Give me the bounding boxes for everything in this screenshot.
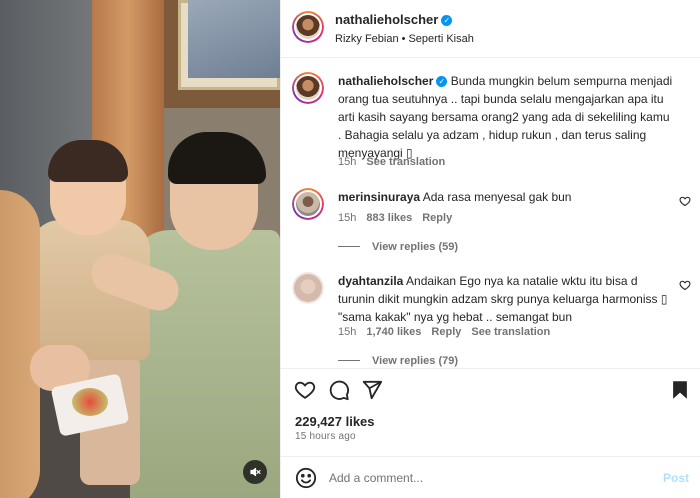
replies-divider [338, 360, 360, 361]
post-button[interactable]: Post [663, 471, 689, 485]
comment-time: 15h [338, 326, 357, 338]
mute-button[interactable] [243, 460, 267, 484]
mute-icon [250, 467, 261, 477]
comment-like-heart-icon[interactable] [679, 195, 691, 207]
reply-button[interactable]: Reply [431, 326, 461, 338]
verified-badge-icon: ✓ [441, 15, 453, 26]
audio-attribution[interactable]: Rizky Febian • Seperti Kisah [335, 33, 474, 45]
caption-avatar[interactable] [292, 72, 324, 104]
verified-badge-icon: ✓ [436, 76, 448, 87]
action-bar [281, 368, 700, 408]
author-avatar[interactable] [292, 11, 324, 43]
emoji-icon[interactable] [295, 467, 317, 489]
comment-emoji: ▯ [660, 292, 668, 306]
audio-artist: Rizky Febian [335, 33, 399, 45]
heart-icon[interactable] [294, 379, 316, 401]
plate-food [72, 388, 108, 416]
comment-text: dyahtanzila Andaikan Ego nya ka natalie … [338, 272, 673, 326]
replies-divider [338, 246, 360, 247]
see-translation-link[interactable]: See translation [471, 326, 550, 338]
comment-input[interactable] [329, 467, 649, 489]
reply-button[interactable]: Reply [422, 212, 452, 224]
share-icon[interactable] [361, 379, 383, 401]
caption-username[interactable]: nathalieholscher [338, 74, 433, 88]
view-replies-label: View replies (79) [372, 355, 459, 367]
post-header: nathalieholscher ✓ Rizky Febian • Seperti K… [281, 0, 700, 58]
woman-figure [0, 190, 40, 498]
comment-text: merinsinuraya Ada rasa menyesal gak bun [338, 188, 673, 206]
comment-time: 15h [338, 212, 357, 224]
author-username[interactable]: nathalieholscher ✓ [335, 12, 453, 27]
author-username-text: nathalieholscher [335, 12, 439, 27]
caption-time: 15h [338, 156, 357, 168]
comment-like-heart-icon[interactable] [679, 279, 691, 291]
comments-list[interactable]: nathalieholscher ✓ Bunda mungkin belum se… [281, 58, 700, 368]
add-comment-bar: Post [281, 456, 700, 498]
comment-icon[interactable] [328, 379, 350, 401]
view-replies-label: View replies (59) [372, 241, 459, 253]
audio-track: Seperti Kisah [408, 33, 474, 45]
audio-separator: • [401, 33, 406, 45]
comment-username[interactable]: dyahtanzila [338, 274, 403, 288]
comment-body: Ada rasa menyesal gak bun [422, 190, 572, 204]
comment-body-tail: "sama kakak" nya yg hebat .. semangat bu… [338, 310, 572, 324]
likes-count[interactable]: 229,427 likes [295, 414, 375, 429]
caption-meta: 15h See translation [338, 156, 455, 168]
view-replies-button[interactable]: View replies (59) [338, 241, 458, 253]
comment-meta: 15h 1,740 likes Reply See translation [338, 326, 560, 338]
post-details-panel: nathalieholscher ✓ Rizky Febian • Seperti K… [280, 0, 700, 498]
comment-username[interactable]: merinsinuraya [338, 190, 420, 204]
post-media[interactable] [0, 0, 280, 498]
commenter-avatar[interactable] [292, 188, 324, 220]
view-replies-button[interactable]: View replies (79) [338, 355, 458, 367]
see-translation-link[interactable]: See translation [366, 156, 445, 168]
comment-like-count[interactable]: 1,740 likes [366, 326, 421, 338]
caption-text: nathalieholscher ✓ Bunda mungkin belum se… [338, 72, 673, 162]
bookmark-icon[interactable] [669, 379, 691, 401]
comment-meta: 15h 883 likes Reply [338, 212, 462, 224]
commenter-avatar[interactable] [292, 272, 324, 304]
painting [188, 0, 280, 78]
post-timestamp[interactable]: 15 hours ago [295, 431, 356, 442]
comment-like-count[interactable]: 883 likes [366, 212, 412, 224]
